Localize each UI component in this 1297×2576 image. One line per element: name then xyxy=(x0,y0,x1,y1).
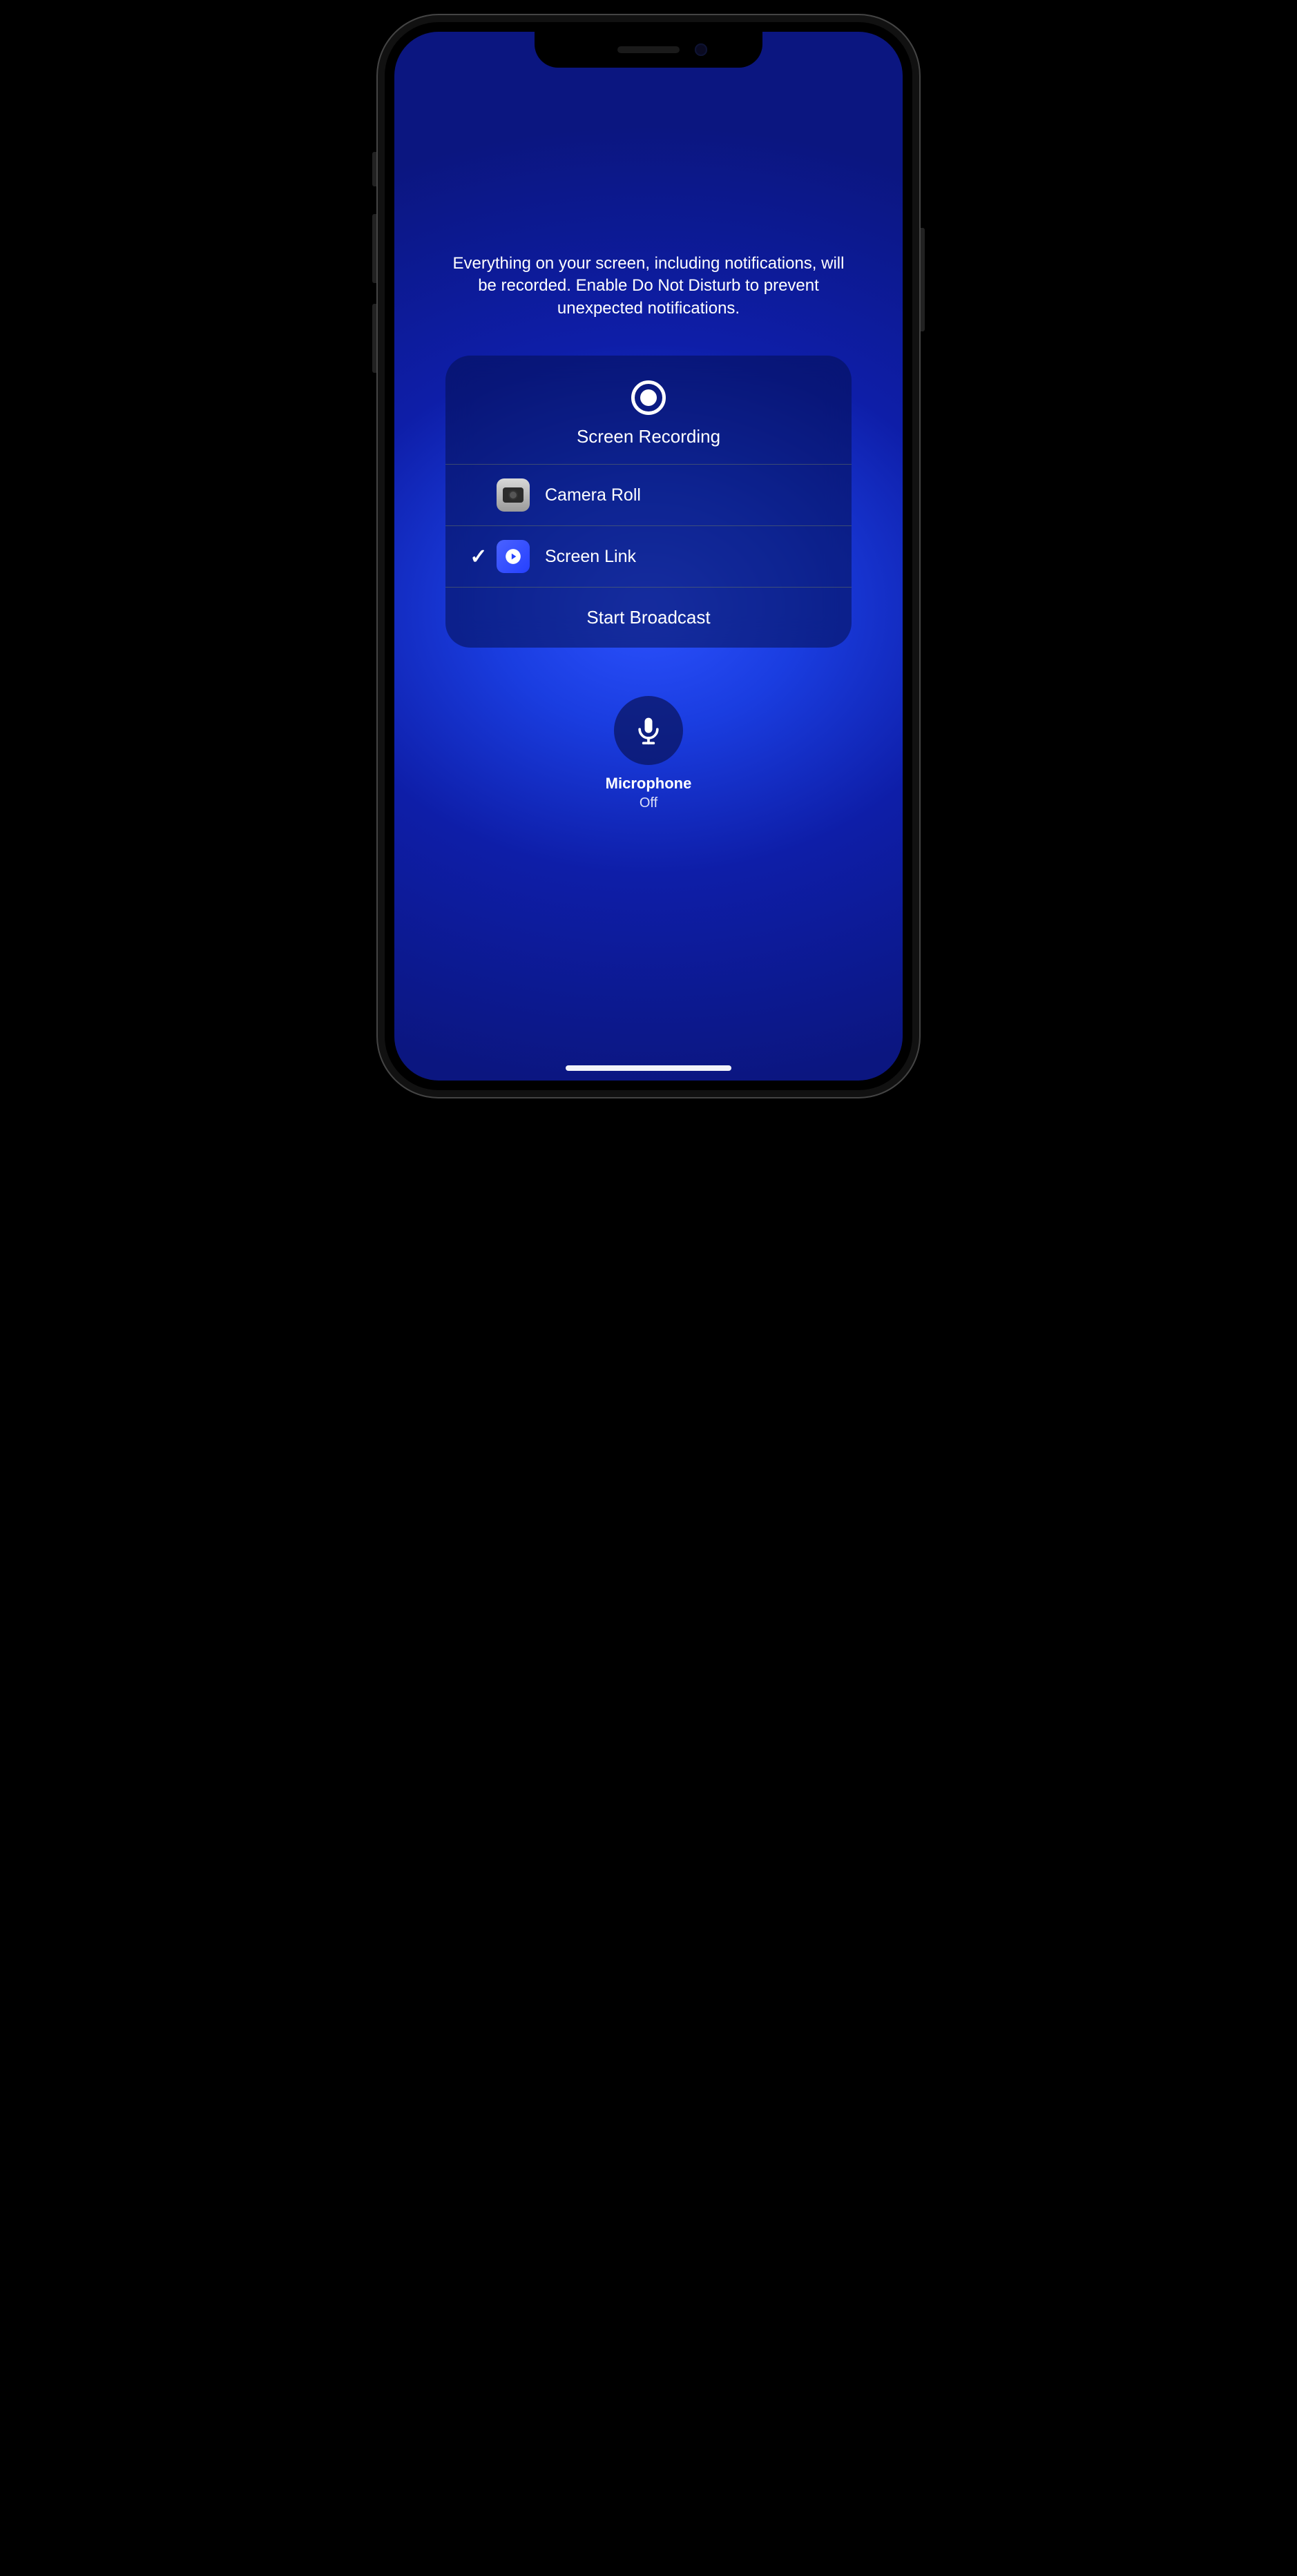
microphone-status: Off xyxy=(640,795,657,811)
option-label: Camera Roll xyxy=(545,485,641,505)
power-button xyxy=(921,228,925,331)
screen-recording-panel: Screen Recording Camera Roll ✓ xyxy=(445,356,852,648)
microphone-icon xyxy=(633,715,664,746)
warning-text: Everything on your screen, including not… xyxy=(448,253,849,320)
record-icon xyxy=(631,380,666,415)
camera-icon xyxy=(497,478,530,512)
home-indicator[interactable] xyxy=(566,1065,731,1071)
front-camera xyxy=(695,43,707,56)
screen: Everything on your screen, including not… xyxy=(394,32,903,1081)
panel-header: Screen Recording xyxy=(445,356,852,464)
content-area: Everything on your screen, including not… xyxy=(394,32,903,1081)
option-label: Screen Link xyxy=(545,547,636,567)
mute-switch xyxy=(372,152,376,186)
microphone-section: Microphone Off xyxy=(606,696,692,811)
microphone-toggle-button[interactable] xyxy=(614,696,683,765)
option-screen-link[interactable]: ✓ Screen Link xyxy=(445,525,852,587)
speaker-grill xyxy=(617,46,680,53)
microphone-label: Microphone xyxy=(606,775,692,793)
check-space: ✓ xyxy=(461,545,497,569)
notch xyxy=(535,32,762,68)
phone-bezel: Everything on your screen, including not… xyxy=(386,23,911,1089)
option-camera-roll[interactable]: Camera Roll xyxy=(445,464,852,525)
volume-down-button xyxy=(372,304,376,373)
start-broadcast-button[interactable]: Start Broadcast xyxy=(445,587,852,648)
action-label: Start Broadcast xyxy=(586,607,710,628)
phone-frame: Everything on your screen, including not… xyxy=(376,14,921,1098)
volume-up-button xyxy=(372,214,376,283)
panel-title: Screen Recording xyxy=(577,426,720,447)
play-icon xyxy=(497,540,530,573)
checkmark-icon: ✓ xyxy=(470,545,487,569)
